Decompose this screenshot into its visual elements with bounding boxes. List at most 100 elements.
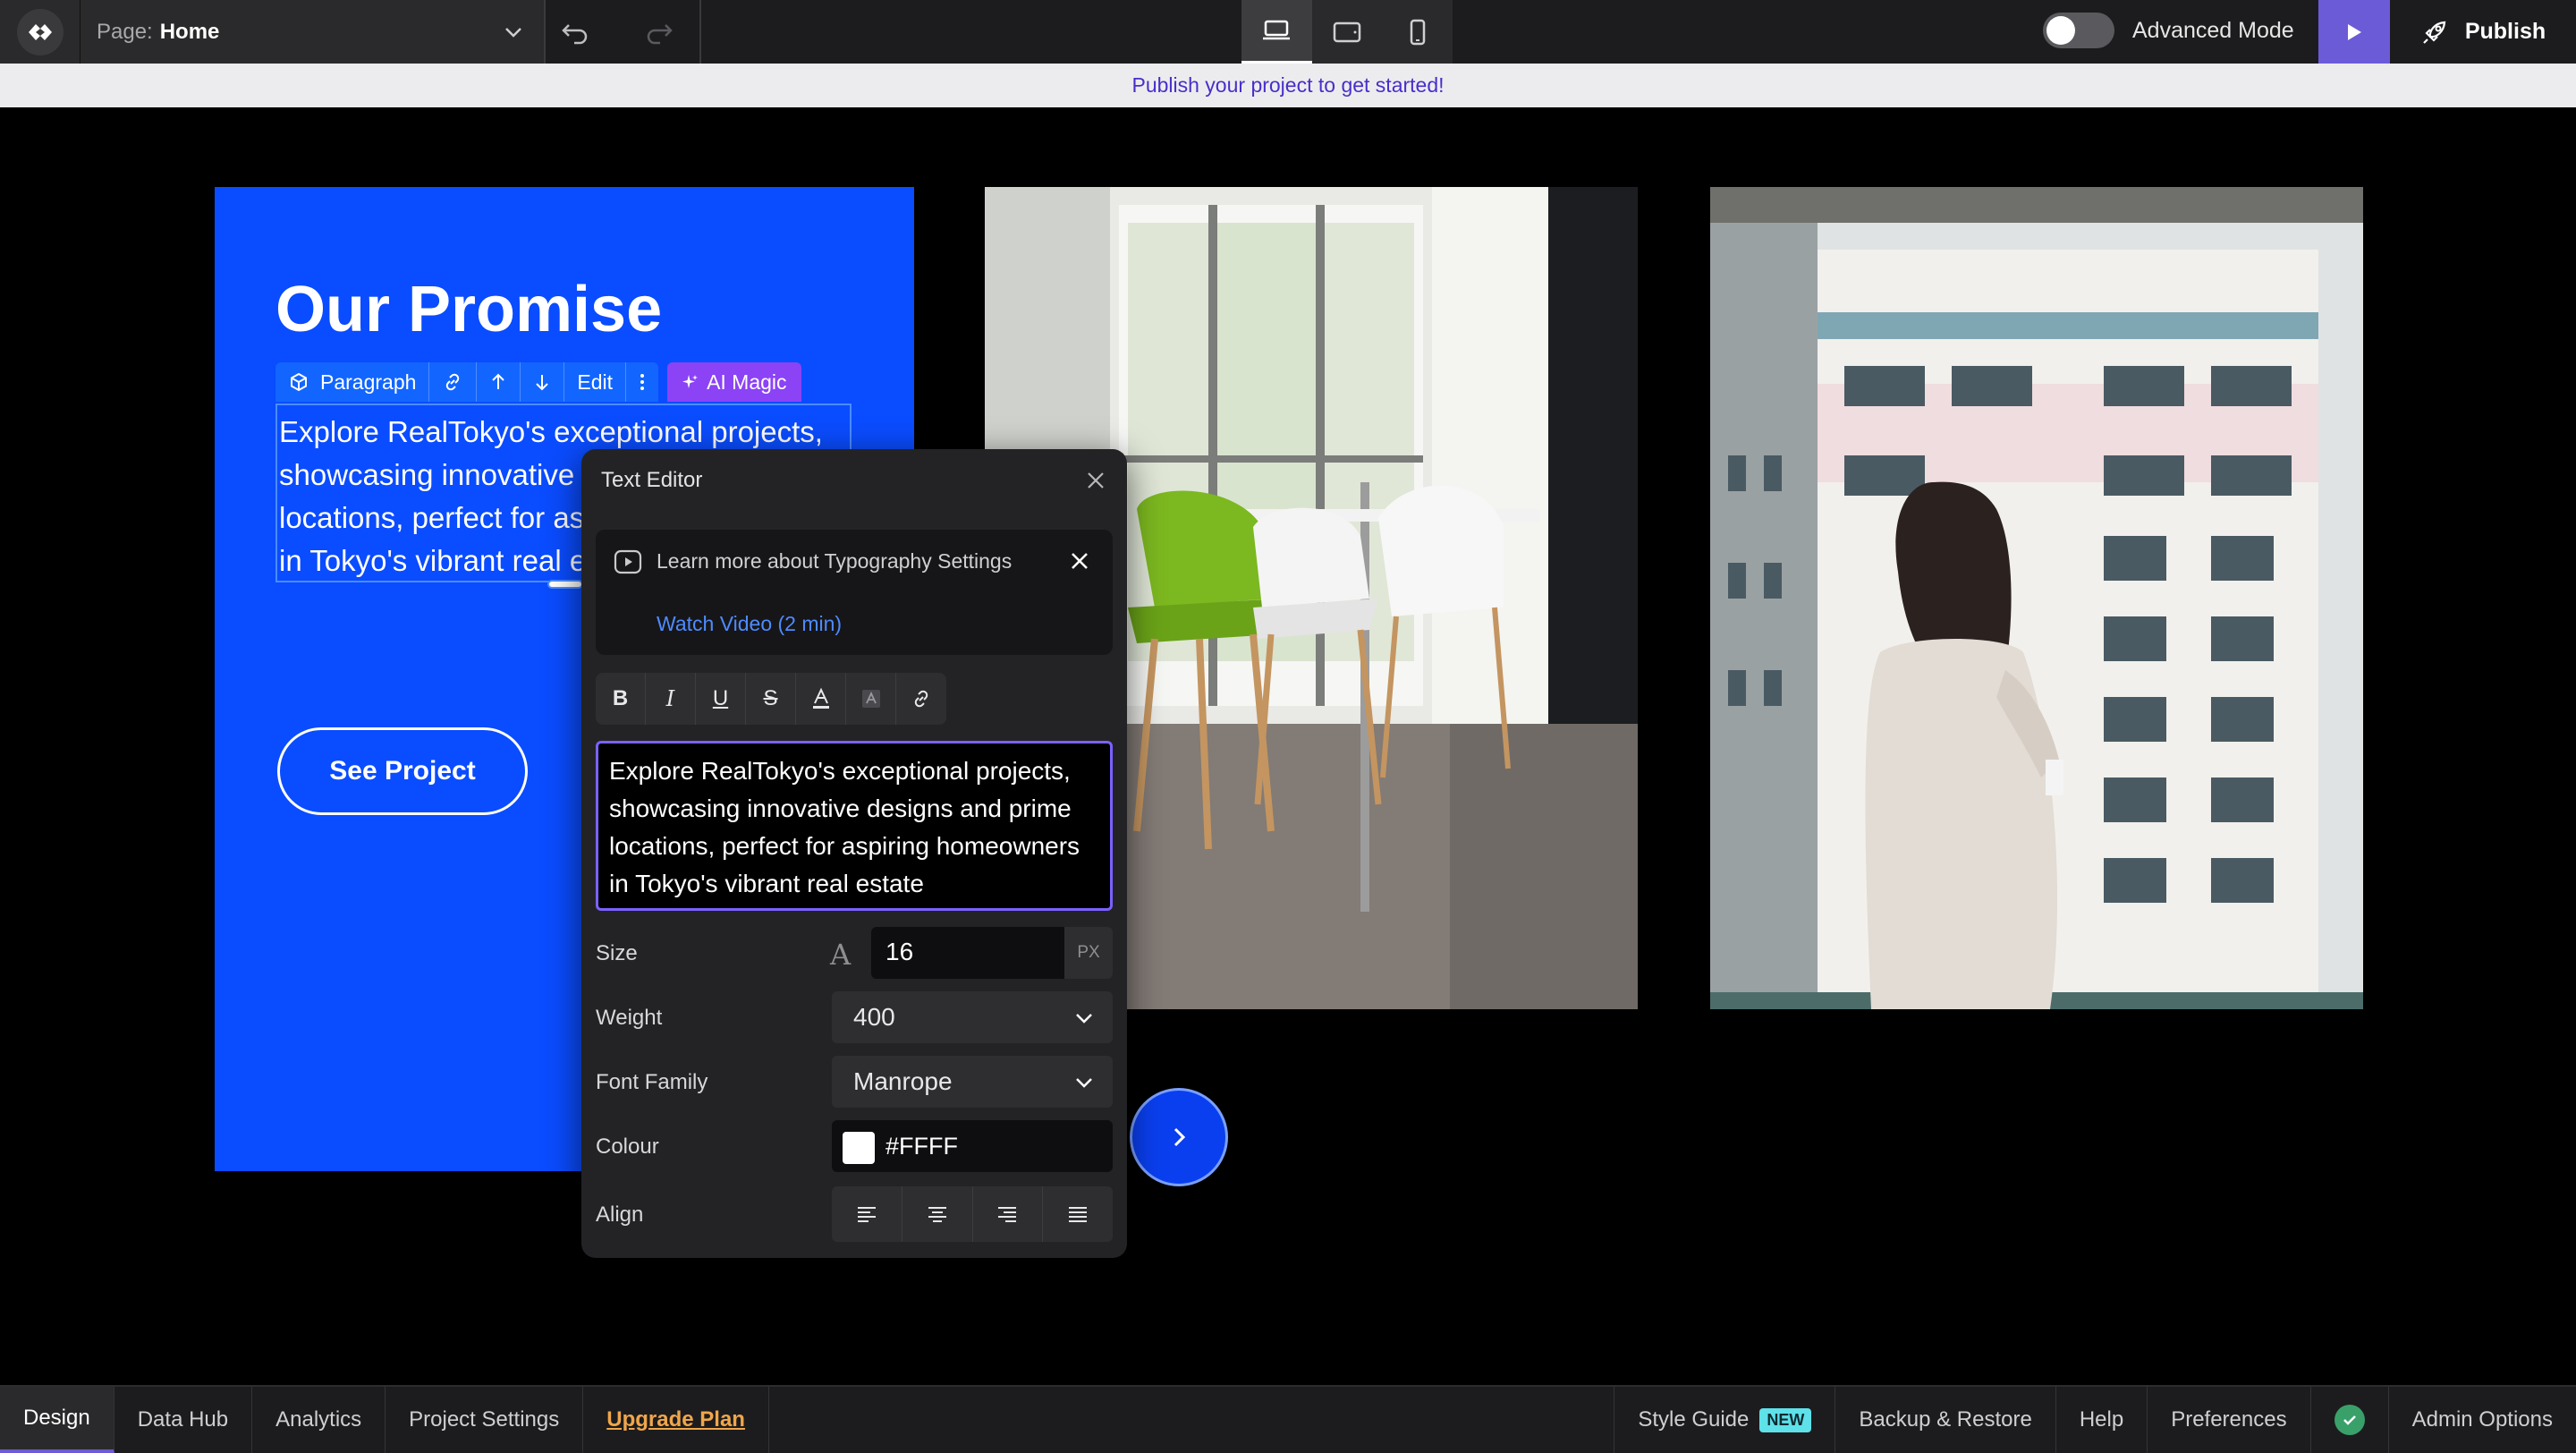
chevron-down-icon <box>1076 1078 1092 1088</box>
colour-input[interactable]: #FFFF <box>832 1120 1113 1172</box>
underline-button[interactable]: U <box>696 673 746 725</box>
tab-analytics[interactable]: Analytics <box>252 1387 386 1453</box>
text-color-button[interactable] <box>796 673 846 725</box>
underline-icon: U <box>712 686 729 710</box>
element-type-button[interactable]: Paragraph <box>275 362 430 402</box>
new-badge: NEW <box>1759 1407 1812 1432</box>
status-button[interactable] <box>2309 1387 2388 1453</box>
font-size-icon: A <box>830 938 852 972</box>
strikethrough-icon: S <box>763 686 778 710</box>
text-editor-header: Text Editor <box>581 449 1127 512</box>
laptop-icon <box>1263 20 1291 40</box>
help-button[interactable]: Help <box>2055 1387 2147 1453</box>
carousel-next-button[interactable] <box>1130 1088 1228 1186</box>
bold-button[interactable]: B <box>596 673 646 725</box>
text-editor-title: Text Editor <box>601 468 703 492</box>
insert-link-button[interactable] <box>896 673 946 725</box>
redo-icon[interactable] <box>644 16 676 48</box>
bottom-bar: Design Data Hub Analytics Project Settin… <box>0 1385 2576 1453</box>
tab-design[interactable]: Design <box>0 1387 114 1453</box>
more-options-button[interactable] <box>626 362 658 402</box>
move-up-button[interactable] <box>477 362 521 402</box>
link-button[interactable] <box>429 362 478 402</box>
font-family-row: Font Family Manrope <box>596 1056 1113 1108</box>
font-family-select[interactable]: Manrope <box>832 1056 1113 1108</box>
close-icon[interactable] <box>1086 471 1106 490</box>
highlight-icon <box>861 690 880 708</box>
toggle-knob <box>2046 16 2075 45</box>
italic-button[interactable]: I <box>646 673 696 725</box>
undo-icon[interactable] <box>558 16 590 48</box>
video-play-icon <box>614 549 642 574</box>
desktop-view-button[interactable] <box>1241 0 1312 64</box>
upgrade-plan-link[interactable]: Upgrade Plan <box>583 1387 769 1453</box>
device-switcher <box>1241 0 1453 64</box>
woman-window-image[interactable] <box>1710 187 2363 1009</box>
publish-banner: Publish your project to get started! <box>0 64 2576 107</box>
page-selector-value: Home <box>159 19 220 44</box>
weight-label: Weight <box>596 1006 663 1030</box>
resize-handle[interactable] <box>547 580 583 589</box>
cube-icon <box>291 372 307 392</box>
logo-icon <box>16 8 64 55</box>
edit-button[interactable]: Edit <box>564 362 627 402</box>
tab-project-settings[interactable]: Project Settings <box>386 1387 584 1453</box>
watch-video-link[interactable]: Watch Video (2 min) <box>657 612 842 636</box>
sparkle-icon <box>682 375 699 388</box>
publish-banner-text[interactable]: Publish your project to get started! <box>1131 73 1444 98</box>
align-justify-button[interactable] <box>1043 1186 1113 1242</box>
advanced-mode-label: Advanced Mode <box>2132 18 2294 43</box>
style-guide-button[interactable]: Style Guide NEW <box>1614 1387 1835 1453</box>
ai-magic-label: AI Magic <box>707 370 787 394</box>
mobile-view-button[interactable] <box>1382 0 1453 64</box>
ai-magic-button[interactable]: AI Magic <box>667 362 801 402</box>
move-down-button[interactable] <box>521 362 565 402</box>
tablet-icon <box>1333 21 1361 42</box>
highlight-button[interactable] <box>846 673 896 725</box>
strikethrough-button[interactable]: S <box>746 673 796 725</box>
font-family-value: Manrope <box>853 1067 953 1095</box>
admin-options-button[interactable]: Admin Options <box>2387 1387 2576 1453</box>
rocket-icon <box>2423 21 2446 44</box>
bold-icon: B <box>612 686 629 710</box>
arrow-down-icon <box>536 375 549 391</box>
advanced-mode-toggle[interactable] <box>2043 13 2114 48</box>
colour-value: #FFFF <box>886 1133 958 1160</box>
close-icon[interactable] <box>1070 551 1089 571</box>
bottom-bar-right: Style Guide NEW Backup & Restore Help Pr… <box>1614 1387 2576 1453</box>
font-family-label: Font Family <box>596 1070 708 1094</box>
more-vertical-icon <box>640 374 645 390</box>
size-input[interactable]: 16 <box>871 927 1064 979</box>
align-buttons <box>832 1186 1113 1242</box>
see-project-button[interactable]: See Project <box>277 727 528 815</box>
backup-restore-button[interactable]: Backup & Restore <box>1835 1387 2055 1453</box>
align-center-button[interactable] <box>902 1186 973 1242</box>
tip-text: Learn more about Typography Settings <box>657 549 1013 573</box>
align-left-button[interactable] <box>832 1186 902 1242</box>
align-right-button[interactable] <box>973 1186 1044 1242</box>
size-unit[interactable]: PX <box>1064 927 1113 979</box>
preferences-button[interactable]: Preferences <box>2147 1387 2309 1453</box>
weight-select[interactable]: 400 <box>832 991 1113 1043</box>
divider <box>699 0 701 64</box>
page-selector-label: Page: <box>97 19 153 44</box>
tablet-view-button[interactable] <box>1312 0 1383 64</box>
size-label: Size <box>596 941 638 965</box>
italic-icon: I <box>665 686 675 711</box>
hero-title[interactable]: Our Promise <box>275 273 662 346</box>
align-center-icon <box>928 1207 946 1222</box>
tab-data-hub[interactable]: Data Hub <box>114 1387 253 1453</box>
chevron-right-icon <box>1174 1127 1186 1147</box>
preview-button[interactable] <box>2318 0 2390 64</box>
link-icon <box>914 690 928 708</box>
text-content-editor[interactable]: Explore RealTokyo's exceptional projects… <box>596 741 1113 911</box>
size-row: Size A 16 PX <box>596 927 1113 979</box>
publish-label: Publish <box>2464 19 2546 44</box>
check-circle-icon <box>2334 1405 2365 1435</box>
publish-button[interactable]: Publish <box>2390 0 2576 64</box>
top-bar: Page: Home Advanced Mode Publish <box>0 0 2576 64</box>
page-selector[interactable]: Page: Home <box>80 0 544 64</box>
colour-swatch[interactable] <box>843 1132 875 1164</box>
element-type-label: Paragraph <box>320 370 417 394</box>
app-logo[interactable] <box>0 0 80 64</box>
